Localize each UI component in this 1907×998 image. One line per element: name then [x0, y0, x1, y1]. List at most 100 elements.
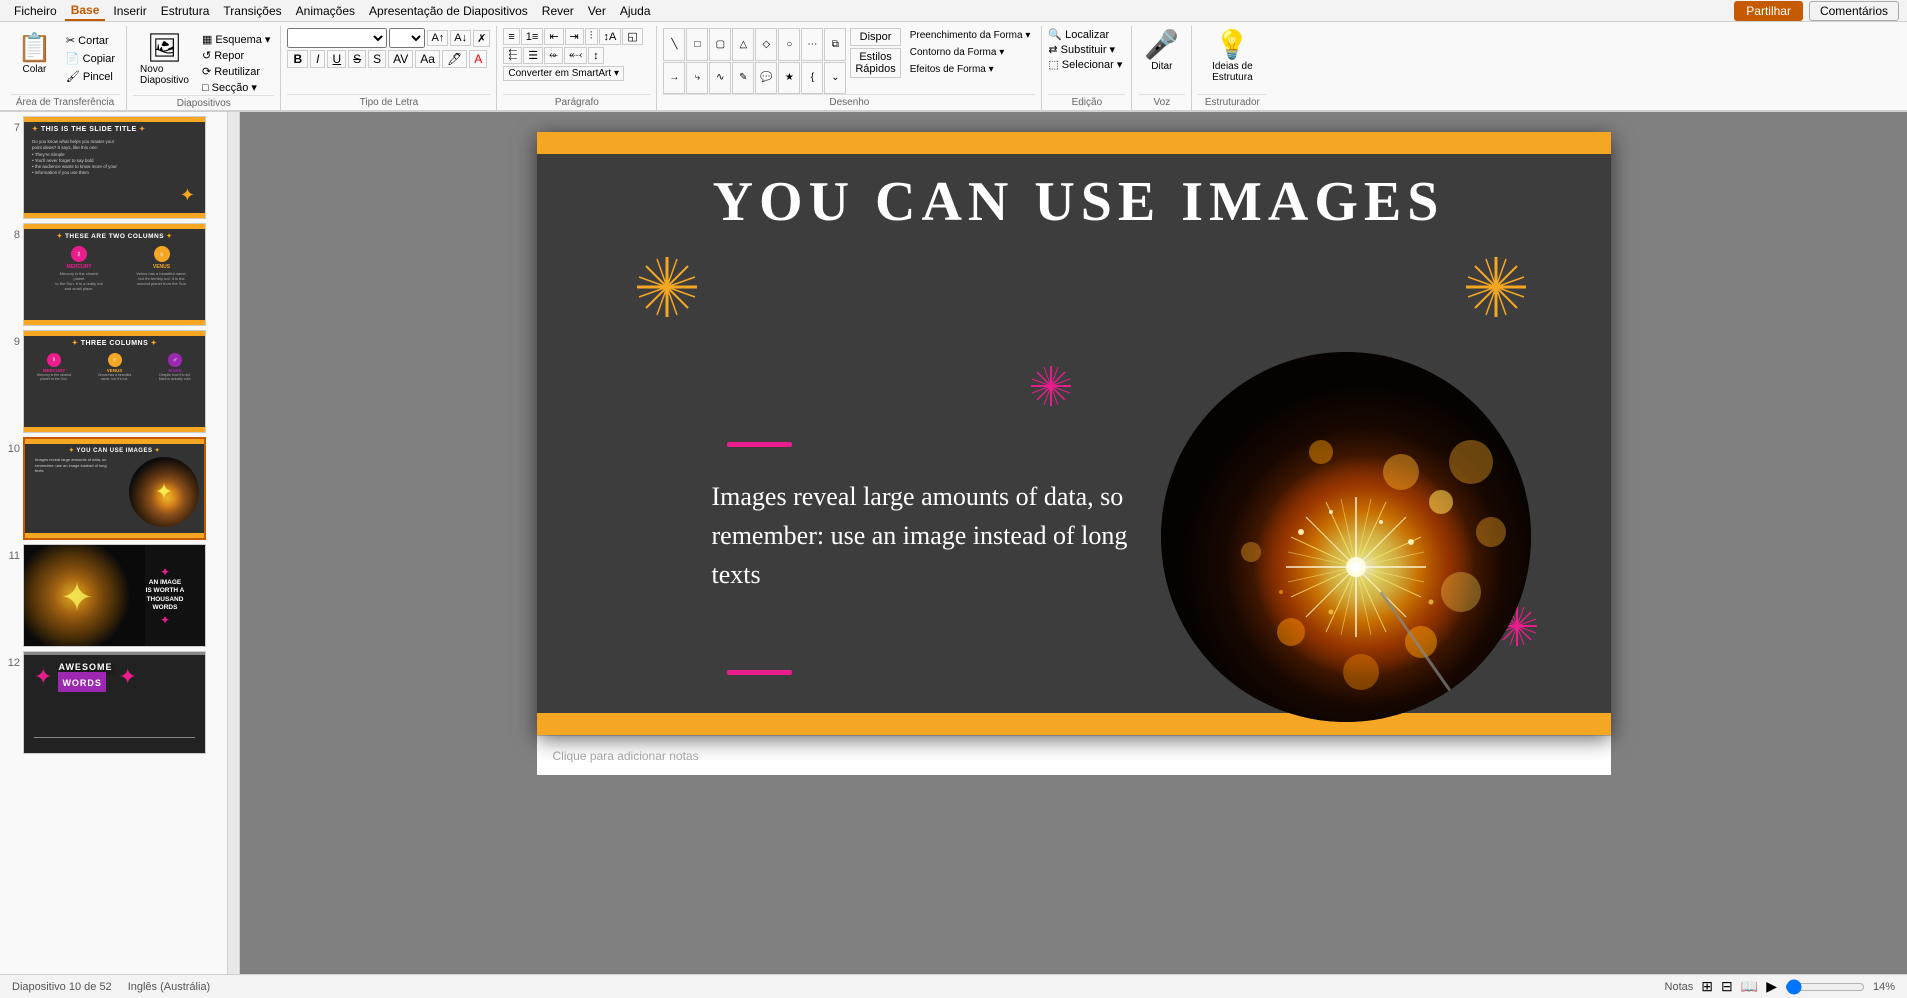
- menu-ver[interactable]: Ver: [582, 2, 612, 20]
- outline-shape-button[interactable]: Contorno da Forma ▾: [905, 45, 1036, 60]
- decrease-font-button[interactable]: A↓: [450, 30, 471, 46]
- dispor-button[interactable]: Dispor: [850, 28, 900, 46]
- bullets-button[interactable]: ≡: [503, 28, 519, 45]
- clear-format-button[interactable]: ✗: [473, 30, 490, 47]
- shape-circle[interactable]: ○: [778, 28, 800, 61]
- paragraph-group-label: Parágrafo: [503, 94, 650, 108]
- bold-button[interactable]: B: [287, 50, 308, 68]
- text-orientation-button[interactable]: ◱: [622, 28, 642, 45]
- slide-thumb-11[interactable]: 11 ✦ ✦ AN IMAGEIS WORTH ATHOUSANDWORDS ✦: [2, 544, 225, 647]
- menu-transicoes[interactable]: Transições: [217, 2, 287, 20]
- pink-line-bottom: [727, 670, 792, 675]
- slide-number-8: 8: [2, 229, 20, 241]
- justify-button[interactable]: ⬷: [564, 47, 587, 64]
- slide-thumb-9[interactable]: 9 ✦ THREE COLUMNS ✦ ☿ MERCURY Mercury is…: [2, 330, 225, 433]
- fill-shape-button[interactable]: Preenchimento da Forma ▾: [905, 28, 1036, 43]
- section-button[interactable]: □ Secção ▾: [198, 80, 275, 95]
- menu-ajuda[interactable]: Ajuda: [614, 2, 657, 20]
- menu-inserir[interactable]: Inserir: [107, 2, 152, 20]
- decrease-indent-button[interactable]: ⇤: [544, 28, 563, 45]
- slideshow-button[interactable]: ▶: [1766, 978, 1777, 995]
- select-button[interactable]: ⬚ Selecionar ▾: [1048, 58, 1125, 71]
- menu-apres[interactable]: Apresentação de Diapositivos: [363, 2, 534, 20]
- slide-thumb-10[interactable]: 10 ✦ YOU CAN USE IMAGES ✦ Images reveal …: [2, 437, 225, 540]
- shape-arrow[interactable]: →: [663, 62, 685, 95]
- shadow-button[interactable]: S: [368, 50, 386, 68]
- shape-freeform[interactable]: ✎: [732, 62, 754, 95]
- shape-arrange[interactable]: ⧉: [824, 28, 846, 61]
- italic-button[interactable]: I: [310, 50, 325, 68]
- slides-group-label: Diapositivos: [133, 95, 274, 109]
- menu-ficheiro[interactable]: Ficheiro: [8, 2, 63, 20]
- slide-thumb-7[interactable]: 7 ✦ THIS IS THE SLIDE TITLE ✦ Do you kno…: [2, 116, 225, 219]
- increase-indent-button[interactable]: ⇥: [565, 28, 584, 45]
- design-ideas-button[interactable]: 💡: [1215, 28, 1250, 61]
- shape-star[interactable]: ★: [778, 62, 800, 95]
- designer-group-label: Estruturador: [1198, 94, 1266, 108]
- comments-button[interactable]: Comentários: [1809, 1, 1899, 21]
- notes-toggle-button[interactable]: Notas: [1665, 981, 1694, 993]
- text-case-button[interactable]: Aa: [415, 50, 440, 68]
- align-center-button[interactable]: ☰: [523, 47, 543, 64]
- menu-animacoes[interactable]: Animações: [290, 2, 361, 20]
- numbering-button[interactable]: 1≡: [521, 28, 544, 45]
- font-family-select[interactable]: [287, 28, 387, 48]
- char-spacing-button[interactable]: AV: [388, 50, 413, 68]
- share-button[interactable]: Partilhar: [1734, 1, 1803, 21]
- new-slide-button[interactable]: 🖼 NovoDiapositivo: [133, 28, 196, 89]
- align-right-button[interactable]: ⬰: [544, 47, 563, 64]
- shape-connector[interactable]: ⤷: [686, 62, 708, 95]
- zoom-slider[interactable]: [1785, 979, 1865, 995]
- layout-button[interactable]: ▦ Esquema ▾: [198, 32, 275, 47]
- columns-button[interactable]: ⫶: [585, 28, 598, 45]
- estilos-rapidos-button[interactable]: EstilosRápidos: [850, 48, 900, 78]
- menu-rever[interactable]: Rever: [536, 2, 580, 20]
- normal-view-button[interactable]: ⊞: [1701, 978, 1713, 995]
- shape-line[interactable]: ╲: [663, 28, 685, 61]
- slide-body-text[interactable]: Images reveal large amounts of data, so …: [712, 477, 1132, 594]
- pink-starburst-top-icon: [1027, 362, 1075, 415]
- align-left-button[interactable]: ⬱: [503, 47, 522, 64]
- notes-area[interactable]: Clique para adicionar notas: [537, 735, 1611, 775]
- shape-rect[interactable]: □: [686, 28, 708, 61]
- copy-button[interactable]: 📄 Copiar: [61, 50, 120, 67]
- font-color-button[interactable]: A: [469, 50, 487, 68]
- shape-brace[interactable]: {: [801, 62, 823, 95]
- slide-canvas[interactable]: YOU CAN USE IMAGES: [537, 132, 1611, 735]
- reset-button[interactable]: ↺ Repor: [198, 48, 275, 63]
- shape-triangle[interactable]: △: [732, 28, 754, 61]
- underline-button[interactable]: U: [327, 50, 346, 68]
- slide-title[interactable]: YOU CAN USE IMAGES: [707, 170, 1451, 234]
- shape-effects-button[interactable]: Efeitos de Forma ▾: [905, 62, 1036, 77]
- shape-more[interactable]: ⋯: [801, 28, 823, 61]
- clipboard-group-label: Área de Transferência: [10, 94, 120, 108]
- shape-chevron[interactable]: ⌄: [824, 62, 846, 95]
- cut-button[interactable]: ✂ Cortar: [61, 32, 120, 49]
- slide-number-12: 12: [2, 657, 20, 669]
- reading-view-button[interactable]: 📖: [1741, 978, 1758, 995]
- strikethrough-button[interactable]: S: [348, 50, 366, 68]
- shape-callout[interactable]: 💬: [755, 62, 777, 95]
- find-button[interactable]: 🔍 Localizar: [1048, 28, 1125, 41]
- slide-number-10: 10: [2, 443, 20, 455]
- convert-smartart-button[interactable]: Converter em SmartArt ▾: [503, 66, 624, 81]
- sparkler-image[interactable]: [1161, 352, 1531, 722]
- reuse-button[interactable]: ⟳ Reutilizar: [198, 64, 275, 79]
- font-size-select[interactable]: [389, 28, 425, 48]
- dictate-button[interactable]: 🎤: [1144, 28, 1179, 61]
- slide-sorter-button[interactable]: ⊟: [1721, 978, 1733, 995]
- text-direction-button[interactable]: ↕A: [599, 28, 622, 45]
- slide-thumb-8[interactable]: 8 ✦ THESE ARE TWO COLUMNS ✦ ☿ MERCURY Me…: [2, 223, 225, 326]
- shape-diamond[interactable]: ◇: [755, 28, 777, 61]
- shape-roundrect[interactable]: ▢: [709, 28, 731, 61]
- shape-curve[interactable]: ∿: [709, 62, 731, 95]
- increase-font-button[interactable]: A↑: [427, 30, 448, 46]
- line-spacing-button[interactable]: ↕: [588, 47, 604, 64]
- highlight-button[interactable]: 🖊: [442, 50, 467, 68]
- replace-button[interactable]: ⇄ Substituir ▾: [1048, 43, 1125, 56]
- menu-base[interactable]: Base: [65, 1, 106, 21]
- paste-button[interactable]: 📋 Colar: [10, 28, 59, 78]
- format-painter-button[interactable]: 🖌 Pincel: [61, 68, 120, 85]
- menu-estrutura[interactable]: Estrutura: [155, 2, 216, 20]
- slide-thumb-12[interactable]: 12 ✦ AWESOME WORDS ✦: [2, 651, 225, 754]
